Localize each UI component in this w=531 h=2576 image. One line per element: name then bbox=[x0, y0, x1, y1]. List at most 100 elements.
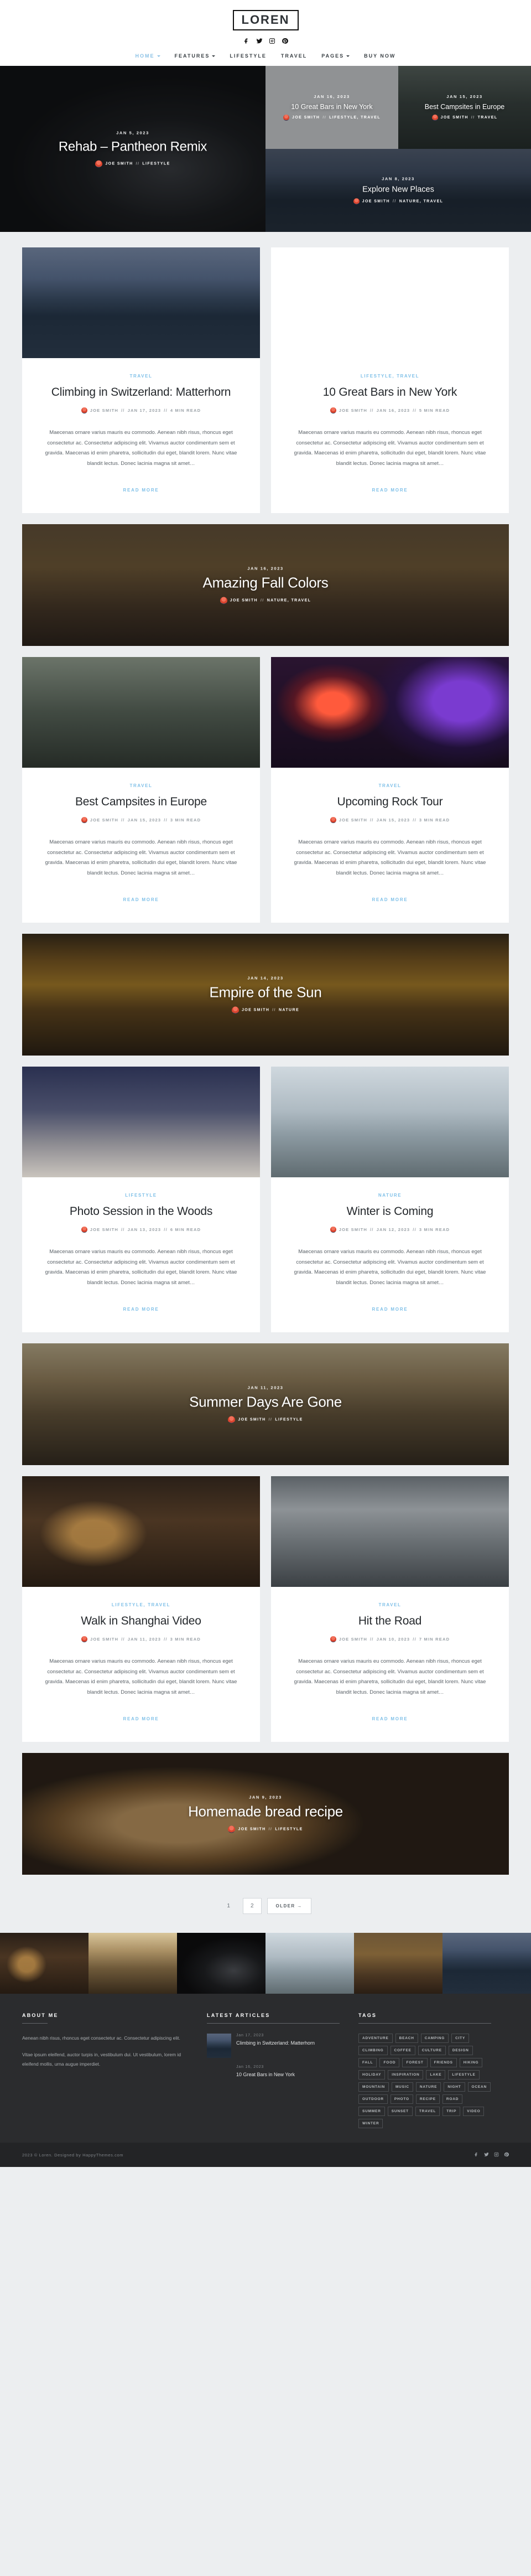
instagram-thumb[interactable] bbox=[177, 1933, 266, 1994]
tag-link[interactable]: ROAD bbox=[442, 2094, 463, 2104]
post-card-winter-is-coming[interactable]: NATURE Winter is Coming JOE SMITH // JAN… bbox=[271, 1067, 509, 1333]
post-card-climbing-switzerland[interactable]: TRAVEL Climbing in Switzerland: Matterho… bbox=[22, 247, 260, 514]
post-category[interactable]: LIFESTYLE bbox=[41, 1193, 241, 1198]
footer-latest-item[interactable]: Jan 17, 2023 Climbing in Switzerland: Ma… bbox=[207, 2034, 340, 2058]
post-title[interactable]: Winter is Coming bbox=[290, 1204, 490, 1219]
tag-link[interactable]: RECIPE bbox=[415, 2094, 440, 2104]
nav-item-features[interactable]: FEATURES bbox=[175, 53, 216, 59]
post-category[interactable]: LIFESTYLE, TRAVEL bbox=[290, 374, 490, 379]
facebook-icon[interactable] bbox=[243, 37, 250, 44]
banner-empire-of-the-sun[interactable]: JAN 14, 2023 Empire of the Sun JOE SMITH… bbox=[22, 934, 509, 1056]
pagination-page-2[interactable]: 2 bbox=[242, 1898, 262, 1915]
banner-amazing-fall-colors[interactable]: JAN 16, 2023 Amazing Fall Colors JOE SMI… bbox=[22, 524, 509, 646]
nav-item-home[interactable]: HOME bbox=[136, 53, 160, 59]
post-thumbnail[interactable] bbox=[22, 1476, 260, 1587]
hero-tile-bars[interactable]: JAN 16, 2023 10 Great Bars in New York J… bbox=[266, 66, 398, 149]
tag-link[interactable]: FOOD bbox=[379, 2058, 400, 2068]
post-category[interactable]: NATURE bbox=[290, 1193, 490, 1198]
tag-link[interactable]: TRIP bbox=[442, 2107, 461, 2117]
post-title[interactable]: Best Campsites in Europe bbox=[41, 795, 241, 809]
tag-link[interactable]: OCEAN bbox=[467, 2082, 491, 2092]
instagram-thumb[interactable] bbox=[354, 1933, 442, 1994]
post-category[interactable]: TRAVEL bbox=[290, 783, 490, 788]
banner-summer-days-are-gone[interactable]: JAN 11, 2023 Summer Days Are Gone JOE SM… bbox=[22, 1343, 509, 1466]
tag-link[interactable]: SUNSET bbox=[387, 2107, 413, 2117]
post-thumbnail[interactable] bbox=[22, 657, 260, 768]
instagram-thumb[interactable] bbox=[266, 1933, 354, 1994]
read-more-link[interactable]: READ MORE bbox=[372, 1716, 408, 1721]
post-title[interactable]: 10 Great Bars in New York bbox=[290, 385, 490, 400]
tag-link[interactable]: OUTDOOR bbox=[358, 2094, 388, 2104]
tag-link[interactable]: WINTER bbox=[358, 2119, 383, 2129]
instagram-icon[interactable] bbox=[494, 2150, 499, 2160]
twitter-icon[interactable] bbox=[256, 37, 263, 44]
pinterest-icon[interactable] bbox=[281, 37, 288, 44]
post-thumbnail[interactable] bbox=[271, 1476, 509, 1587]
tag-link[interactable]: NIGHT bbox=[444, 2082, 465, 2092]
banner-homemade-bread-recipe[interactable]: JAN 9, 2023 Homemade bread recipe JOE SM… bbox=[22, 1753, 509, 1875]
twitter-icon[interactable] bbox=[484, 2150, 489, 2160]
pagination-current-page[interactable]: 1 bbox=[220, 1899, 237, 1913]
tag-link[interactable]: SUMMER bbox=[358, 2107, 385, 2117]
tag-link[interactable]: ADVENTURE bbox=[358, 2034, 393, 2044]
tag-link[interactable]: BEACH bbox=[395, 2034, 418, 2044]
post-category[interactable]: TRAVEL bbox=[41, 374, 241, 379]
pinterest-icon[interactable] bbox=[504, 2150, 509, 2160]
instagram-thumb[interactable] bbox=[0, 1933, 88, 1994]
read-more-link[interactable]: READ MORE bbox=[123, 1716, 159, 1721]
tag-link[interactable]: CLIMBING bbox=[358, 2046, 388, 2056]
tag-link[interactable]: NATURE bbox=[415, 2082, 441, 2092]
tag-link[interactable]: CULTURE bbox=[418, 2046, 446, 2056]
hero-tile-campsites[interactable]: JAN 15, 2023 Best Campsites in Europe JO… bbox=[398, 66, 531, 149]
post-title[interactable]: Walk in Shanghai Video bbox=[41, 1614, 241, 1628]
hero-featured-post[interactable]: JAN 5, 2023 Rehab – Pantheon Remix JOE S… bbox=[0, 66, 266, 232]
facebook-icon[interactable] bbox=[474, 2150, 479, 2160]
nav-item-buy-now[interactable]: BUY NOW bbox=[364, 53, 395, 59]
post-thumbnail[interactable] bbox=[271, 657, 509, 768]
post-category[interactable]: LIFESTYLE, TRAVEL bbox=[41, 1602, 241, 1607]
post-card-photo-session-woods[interactable]: LIFESTYLE Photo Session in the Woods JOE… bbox=[22, 1067, 260, 1333]
tag-link[interactable]: CITY bbox=[451, 2034, 470, 2044]
post-title[interactable]: Photo Session in the Woods bbox=[41, 1204, 241, 1219]
post-title[interactable]: Hit the Road bbox=[290, 1614, 490, 1628]
post-card-hit-the-road[interactable]: TRAVEL Hit the Road JOE SMITH // JAN 10,… bbox=[271, 1476, 509, 1742]
tag-link[interactable]: FALL bbox=[358, 2058, 377, 2068]
read-more-link[interactable]: READ MORE bbox=[372, 897, 408, 902]
read-more-link[interactable]: READ MORE bbox=[372, 488, 408, 493]
tag-link[interactable]: LIFESTYLE bbox=[448, 2070, 480, 2080]
tag-link[interactable]: HIKING bbox=[459, 2058, 483, 2068]
tag-link[interactable]: DESIGN bbox=[448, 2046, 473, 2056]
post-thumbnail[interactable] bbox=[271, 247, 509, 358]
post-card-upcoming-rock-tour[interactable]: TRAVEL Upcoming Rock Tour JOE SMITH // J… bbox=[271, 657, 509, 923]
read-more-link[interactable]: READ MORE bbox=[123, 488, 159, 493]
tag-link[interactable]: VIDEO bbox=[463, 2107, 485, 2117]
tag-link[interactable]: MUSIC bbox=[391, 2082, 413, 2092]
tag-link[interactable]: LAKE bbox=[426, 2070, 446, 2080]
instagram-icon[interactable] bbox=[268, 37, 275, 44]
read-more-link[interactable]: READ MORE bbox=[372, 1307, 408, 1312]
post-card-best-campsites[interactable]: TRAVEL Best Campsites in Europe JOE SMIT… bbox=[22, 657, 260, 923]
nav-item-lifestyle[interactable]: LIFESTYLE bbox=[230, 53, 267, 59]
post-title[interactable]: Upcoming Rock Tour bbox=[290, 795, 490, 809]
tag-link[interactable]: INSPIRATION bbox=[388, 2070, 424, 2080]
instagram-thumb[interactable] bbox=[442, 1933, 531, 1994]
footer-latest-item[interactable]: Jan 16, 2023 10 Great Bars in New York bbox=[207, 2065, 340, 2089]
post-card-great-bars[interactable]: LIFESTYLE, TRAVEL 10 Great Bars in New Y… bbox=[271, 247, 509, 514]
post-thumbnail[interactable] bbox=[22, 1067, 260, 1178]
read-more-link[interactable]: READ MORE bbox=[123, 1307, 159, 1312]
post-category[interactable]: TRAVEL bbox=[41, 783, 241, 788]
site-logo[interactable]: LOREN bbox=[232, 10, 299, 30]
tag-link[interactable]: CAMPING bbox=[420, 2034, 449, 2044]
post-thumbnail[interactable] bbox=[271, 1067, 509, 1178]
post-category[interactable]: TRAVEL bbox=[290, 1602, 490, 1607]
tag-link[interactable]: MOUNTAIN bbox=[358, 2082, 389, 2092]
post-title[interactable]: Climbing in Switzerland: Matterhorn bbox=[41, 385, 241, 400]
hero-tile-explore[interactable]: JAN 8, 2023 Explore New Places JOE SMITH… bbox=[266, 149, 531, 232]
post-card-walk-shanghai-video[interactable]: LIFESTYLE, TRAVEL Walk in Shanghai Video… bbox=[22, 1476, 260, 1742]
read-more-link[interactable]: READ MORE bbox=[123, 897, 159, 902]
pagination-older-button[interactable]: OLDER → bbox=[267, 1898, 311, 1915]
tag-link[interactable]: FOREST bbox=[402, 2058, 428, 2068]
instagram-thumb[interactable] bbox=[88, 1933, 177, 1994]
tag-link[interactable]: TRAVEL bbox=[415, 2107, 440, 2117]
nav-item-travel[interactable]: TRAVEL bbox=[281, 53, 307, 59]
